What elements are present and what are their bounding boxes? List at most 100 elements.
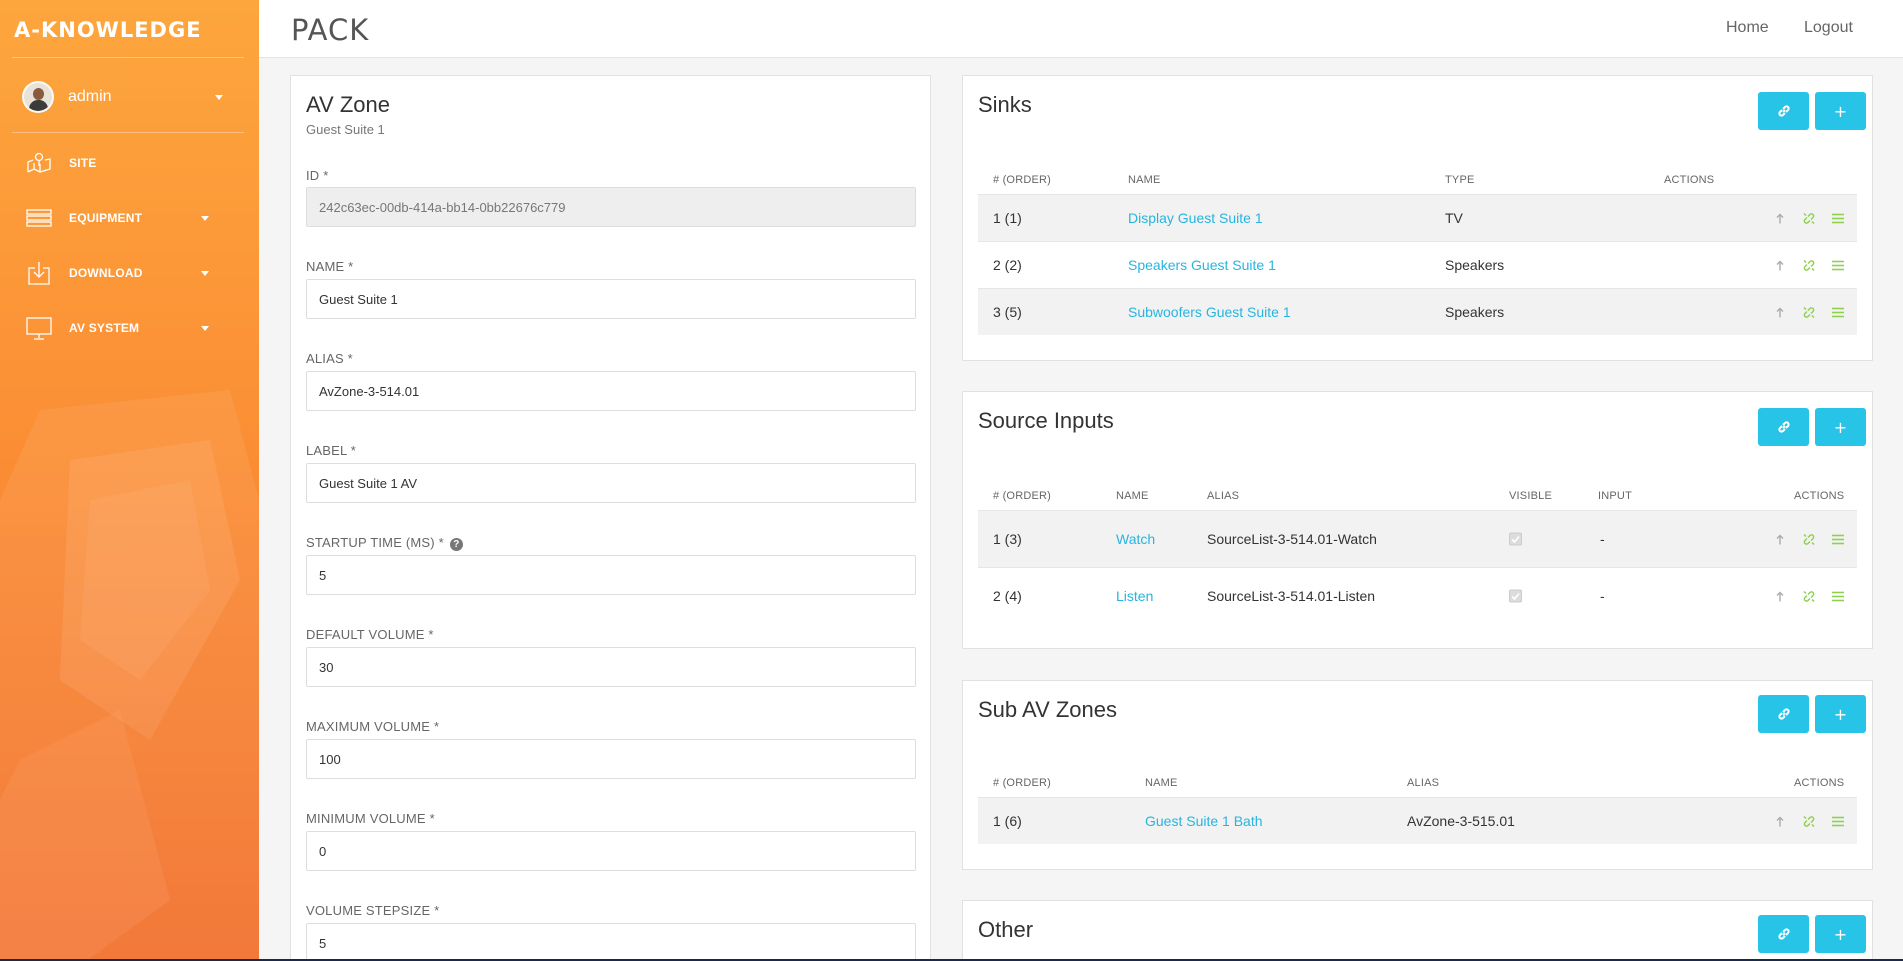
sidebar-divider xyxy=(12,57,244,58)
visible-checkbox[interactable] xyxy=(1509,532,1522,546)
row-actions xyxy=(1770,530,1847,549)
home-link[interactable]: Home xyxy=(1726,19,1769,37)
row-name-link[interactable]: Listen xyxy=(1116,588,1153,604)
avatar xyxy=(22,81,54,113)
arrow-up-icon[interactable] xyxy=(1770,303,1789,322)
link-other-button[interactable] xyxy=(1758,915,1809,953)
link-source-button[interactable] xyxy=(1758,408,1809,446)
add-sink-button[interactable]: + xyxy=(1815,92,1866,130)
link-sink-button[interactable] xyxy=(1758,92,1809,130)
sidebar-divider xyxy=(12,132,244,133)
sources-table-header: # (ORDER) NAME ALIAS VISIBLE INPUT ACTIO… xyxy=(978,482,1857,510)
row-name-link[interactable]: Guest Suite 1 Bath xyxy=(1145,813,1263,829)
row-name-link[interactable]: Display Guest Suite 1 xyxy=(1128,210,1263,226)
sidebar-item-label: DOWNLOAD xyxy=(69,266,143,280)
unlink-icon[interactable] xyxy=(1799,256,1818,275)
menu-icon[interactable] xyxy=(1828,812,1847,831)
sidebar-item-label: SITE xyxy=(69,156,97,170)
column-header: VISIBLE xyxy=(1509,490,1552,502)
arrow-up-icon[interactable] xyxy=(1770,209,1789,228)
user-menu[interactable]: admin xyxy=(22,80,237,114)
name-label: NAME * xyxy=(306,259,354,274)
add-other-button[interactable]: + xyxy=(1815,915,1866,953)
app-logo[interactable]: A-KNOWLEDGE xyxy=(14,18,202,42)
alias-field[interactable] xyxy=(306,371,916,411)
column-header: # (ORDER) xyxy=(993,174,1052,186)
row-input: - xyxy=(1600,588,1605,604)
chevron-down-icon xyxy=(215,94,223,100)
menu-icon[interactable] xyxy=(1828,209,1847,228)
column-header: ACTIONS xyxy=(1664,174,1715,186)
sidebar-item-equipment[interactable]: EQUIPMENT xyxy=(26,203,237,233)
column-header: ALIAS xyxy=(1407,777,1440,789)
menu-icon[interactable] xyxy=(1828,303,1847,322)
link-subzone-button[interactable] xyxy=(1758,695,1809,733)
row-order: 3 (5) xyxy=(993,304,1022,320)
download-icon xyxy=(28,262,50,285)
menu-icon[interactable] xyxy=(1828,256,1847,275)
page-subtitle: Guest Suite 1 xyxy=(306,122,385,137)
sinks-panel: Sinks + # (ORDER) NAME TYPE ACTIONS 1 (1… xyxy=(962,75,1873,361)
arrow-up-icon[interactable] xyxy=(1770,812,1789,831)
menu-icon[interactable] xyxy=(1828,587,1847,606)
unlink-icon[interactable] xyxy=(1799,530,1818,549)
unlink-icon[interactable] xyxy=(1799,209,1818,228)
arrow-up-icon[interactable] xyxy=(1770,530,1789,549)
user-name: admin xyxy=(68,88,112,105)
visible-checkbox[interactable] xyxy=(1509,589,1522,603)
monitor-icon xyxy=(26,317,52,340)
table-row: 3 (5) Subwoofers Guest Suite 1 Speakers xyxy=(978,288,1857,335)
column-header: ACTIONS xyxy=(1794,777,1845,789)
unlink-icon[interactable] xyxy=(1799,812,1818,831)
row-alias: SourceList-3-514.01-Watch xyxy=(1207,531,1377,547)
startup-time-label: STARTUP TIME (MS) * xyxy=(306,535,444,550)
name-field[interactable] xyxy=(306,279,916,319)
add-subzone-button[interactable]: + xyxy=(1815,695,1866,733)
column-header: NAME xyxy=(1145,777,1178,789)
sidebar-item-download[interactable]: DOWNLOAD xyxy=(26,258,237,288)
column-header: ALIAS xyxy=(1207,490,1240,502)
row-order: 2 (4) xyxy=(993,588,1022,604)
logout-link[interactable]: Logout xyxy=(1804,19,1853,37)
row-name-link[interactable]: Watch xyxy=(1116,531,1155,547)
row-name-link[interactable]: Speakers Guest Suite 1 xyxy=(1128,257,1276,273)
id-field[interactable] xyxy=(306,187,916,227)
id-label: ID * xyxy=(306,168,329,183)
row-alias: SourceList-3-514.01-Listen xyxy=(1207,588,1376,604)
startup-time-field[interactable] xyxy=(306,555,916,595)
row-name-link[interactable]: Subwoofers Guest Suite 1 xyxy=(1128,304,1291,320)
maximum-volume-field[interactable] xyxy=(306,739,916,779)
table-row: 1 (3) Watch SourceList-3-514.01-Watch - xyxy=(978,510,1857,567)
unlink-icon[interactable] xyxy=(1799,303,1818,322)
row-actions xyxy=(1770,812,1847,831)
row-type: Speakers xyxy=(1445,257,1505,273)
minimum-volume-label: MINIMUM VOLUME * xyxy=(306,811,435,826)
maximum-volume-label: MAXIMUM VOLUME * xyxy=(306,719,440,734)
table-row: 1 (1) Display Guest Suite 1 TV xyxy=(978,194,1857,241)
brand-title: PACK xyxy=(291,13,370,47)
label-field[interactable] xyxy=(306,463,916,503)
subzones-table-header: # (ORDER) NAME ALIAS ACTIONS xyxy=(978,769,1857,797)
column-header: # (ORDER) xyxy=(993,777,1052,789)
sidebar-item-site[interactable]: SITE xyxy=(26,148,237,178)
row-order: 1 (6) xyxy=(993,813,1022,829)
column-header: INPUT xyxy=(1598,490,1632,502)
help-icon[interactable]: ? xyxy=(449,538,463,551)
column-header: NAME xyxy=(1128,174,1161,186)
unlink-icon[interactable] xyxy=(1799,587,1818,606)
row-input: - xyxy=(1600,531,1605,547)
sinks-title: Sinks xyxy=(978,92,1032,117)
arrow-up-icon[interactable] xyxy=(1770,587,1789,606)
sidebar-item-av-system[interactable]: AV SYSTEM xyxy=(26,313,237,343)
av-zone-form: AV Zone Guest Suite 1 ID * NAME * ALIAS … xyxy=(290,75,931,961)
arrow-up-icon[interactable] xyxy=(1770,256,1789,275)
yacht-background-image xyxy=(0,390,259,961)
volume-stepsize-field[interactable] xyxy=(306,923,916,961)
row-order: 1 (1) xyxy=(993,210,1022,226)
add-source-button[interactable]: + xyxy=(1815,408,1866,446)
column-header: # (ORDER) xyxy=(993,490,1052,502)
row-alias: AvZone-3-515.01 xyxy=(1407,813,1515,829)
default-volume-field[interactable] xyxy=(306,647,916,687)
menu-icon[interactable] xyxy=(1828,530,1847,549)
minimum-volume-field[interactable] xyxy=(306,831,916,871)
